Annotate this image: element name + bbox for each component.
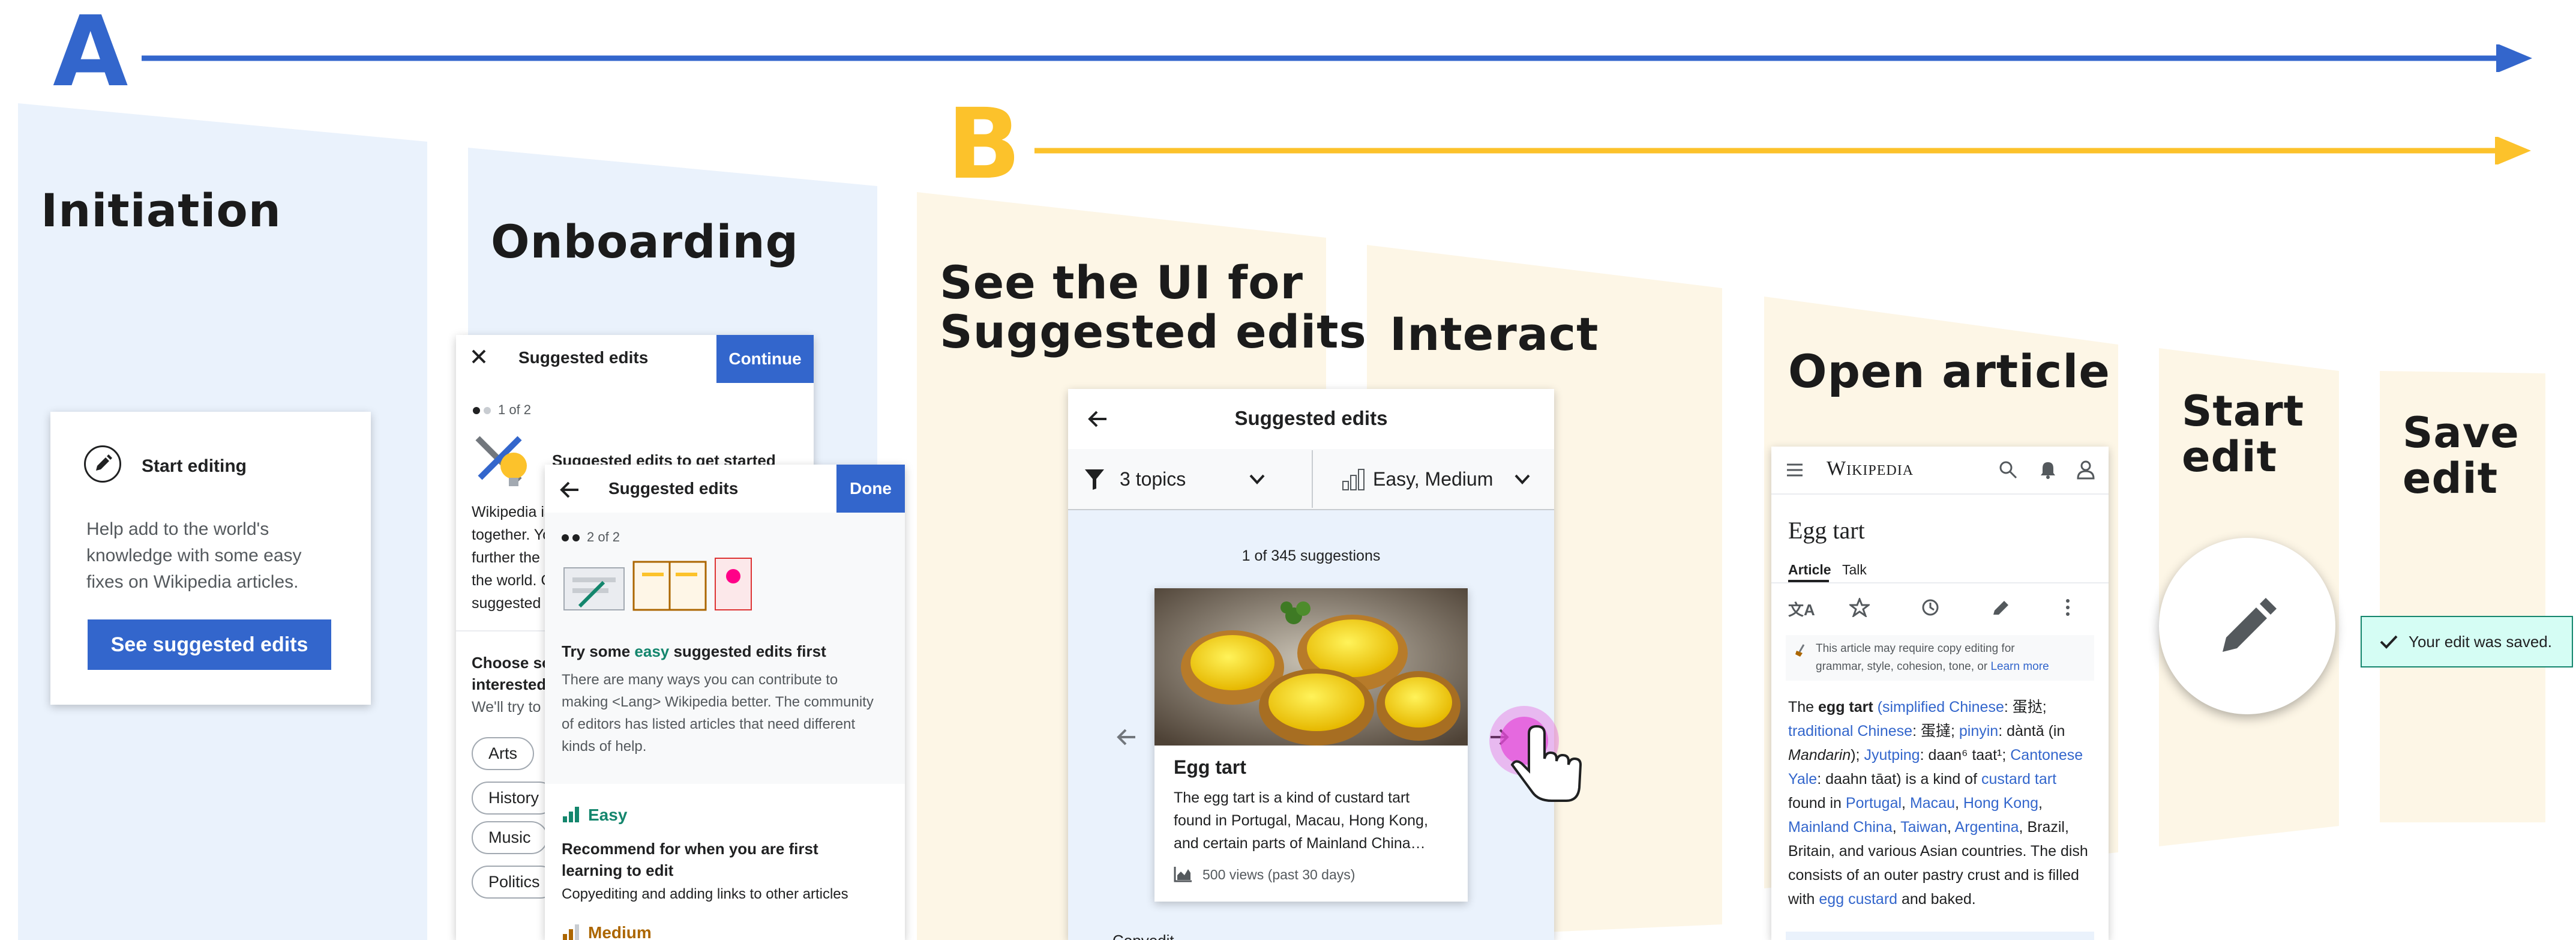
menu-icon[interactable] <box>1786 462 1804 478</box>
card-body: Help add to the world's knowledge with s… <box>86 519 302 592</box>
edit-button-magnified[interactable] <box>2159 538 2335 714</box>
star-icon[interactable] <box>1849 598 1870 617</box>
medium-label: Medium <box>588 923 652 940</box>
stage-start-edit-title: Start edit <box>2182 387 2305 481</box>
see-suggested-edits-button[interactable]: See suggested edits <box>88 619 331 670</box>
easy-title: Recommend for when you are first learning… <box>562 840 818 879</box>
topic-chip-arts[interactable]: Arts <box>472 737 535 770</box>
article-body: The egg tart (simplified Chinese: 蛋挞; tr… <box>1788 699 2088 908</box>
topics-filter-label: 3 topics <box>1120 468 1186 490</box>
done-button[interactable]: Done <box>836 465 905 513</box>
onboarding-front-title: Suggested edits <box>608 479 739 498</box>
egg-tart-image <box>1154 588 1468 746</box>
easy-description: Copyediting and adding links to other ar… <box>562 886 848 902</box>
tab-talk[interactable]: Talk <box>1842 562 1867 578</box>
user-icon[interactable] <box>2076 460 2095 480</box>
track-b-arrow <box>1034 137 2531 164</box>
difficulty-filter-label: Easy, Medium <box>1373 468 1494 490</box>
onboarding-front-heading: Try some easy suggested edits first <box>562 642 826 660</box>
save-success-toast: Your edit was saved. <box>2361 616 2573 667</box>
easy-option[interactable]: Easy Recommend for when you are first lea… <box>545 784 905 940</box>
track-a-arrow <box>142 44 2532 72</box>
tab-article[interactable]: Article <box>1788 562 1831 578</box>
difficulty-filter[interactable]: Easy, Medium <box>1313 450 1554 508</box>
track-b-label: B <box>947 88 1021 201</box>
tools-illustration <box>475 436 527 486</box>
pageviews-label: 500 views (past 30 days) <box>1202 867 1356 882</box>
step-indicator: 1 of 2 <box>473 402 531 418</box>
difficulty-icon <box>1342 469 1365 490</box>
edit-types-illustration <box>563 558 752 611</box>
suggested-edits-screen: Suggested edits 3 topics Easy, Medium 1 … <box>1068 389 1554 940</box>
stage-see-ui-title: See the UI for Suggested edits <box>940 256 1367 359</box>
onboarding-back-body: Wikipedia is together. Yo further the m … <box>472 504 557 612</box>
stage-onboarding-title: Onboarding <box>491 215 799 268</box>
suggestion-card-title: Egg tart <box>1174 756 1246 778</box>
edit-pencil-icon[interactable] <box>1991 598 2011 617</box>
stage-initiation-title: Initiation <box>41 184 281 237</box>
wikipedia-wordmark: Wikipedia <box>1827 457 1914 480</box>
onboarding-step2-card: Suggested edits Done 2 of 2 Try some eas… <box>545 465 905 940</box>
chevron-down-icon <box>1249 474 1265 484</box>
stage-interact-title: Interact <box>1390 307 1599 361</box>
chevron-down-icon <box>1515 474 1530 484</box>
language-icon[interactable]: 文A <box>1788 598 1815 620</box>
suggested-edits-title: Suggested edits <box>1234 407 1388 429</box>
continue-button[interactable]: Continue <box>716 335 814 383</box>
topic-chip-history[interactable]: History <box>472 782 556 815</box>
onboarding-back-title: Suggested edits <box>518 348 649 367</box>
notice-line-2: grammar, style, cohesion, tone, or <box>1816 660 1988 673</box>
search-icon[interactable] <box>1998 460 2019 480</box>
close-icon[interactable] <box>467 345 491 369</box>
notice-line-1: This article may require copy editing fo… <box>1816 642 2015 655</box>
topic-chip-politics[interactable]: Politics <box>472 866 557 899</box>
card-title: Start editing <box>142 456 247 476</box>
broom-icon <box>1795 644 1805 657</box>
suggestion-card[interactable]: Egg tart The egg tart is a kind of custa… <box>1154 588 1468 902</box>
stage-save-edit-title: Save edit <box>2403 408 2520 503</box>
check-icon <box>2380 635 2398 649</box>
suggestion-count: 1 of 345 suggestions <box>1241 547 1381 564</box>
track-a-label: A <box>53 0 128 109</box>
tap-hand-icon <box>1489 706 1582 802</box>
suggestion-card-description: The egg tart is a kind of custard tart f… <box>1174 789 1428 852</box>
choose-topics-heading: Choose so interested <box>472 654 551 693</box>
learn-more-link[interactable]: Learn more <box>1990 660 2049 673</box>
difficulty-easy-icon <box>563 807 579 822</box>
more-menu-icon[interactable] <box>2062 598 2074 617</box>
easy-label: Easy <box>588 806 628 824</box>
pencil-icon <box>84 445 121 483</box>
back-arrow-icon[interactable] <box>558 478 582 502</box>
article-screen: Wikipedia Egg tart Article Talk 文A This … <box>1771 447 2109 940</box>
stage-open-article-title: Open article <box>1788 345 2110 398</box>
bell-icon[interactable] <box>2039 460 2057 480</box>
onboarding-front-body: There are many ways you can contribute t… <box>562 672 874 755</box>
start-editing-card: Start editing Help add to the world's kn… <box>50 412 371 705</box>
step-indicator-2: 2 of 2 <box>562 529 620 545</box>
previous-arrow-icon[interactable] <box>1115 725 1139 749</box>
difficulty-medium-icon <box>563 924 579 940</box>
choose-topics-subtext: We'll try to <box>472 699 541 716</box>
pageviews-chart-icon <box>1174 867 1192 882</box>
topic-chip-music[interactable]: Music <box>472 821 548 854</box>
article-title: Egg tart <box>1788 517 1865 544</box>
pencil-icon <box>2223 598 2277 652</box>
toast-message: Your edit was saved. <box>2409 632 2552 651</box>
history-icon[interactable] <box>1920 598 1941 617</box>
filter-icon <box>1085 469 1104 490</box>
copyedit-notice: This article may require copy editing fo… <box>1786 635 2094 681</box>
footer-partial: Copyedit <box>1112 932 1174 940</box>
topics-filter[interactable]: 3 topics <box>1068 450 1312 508</box>
